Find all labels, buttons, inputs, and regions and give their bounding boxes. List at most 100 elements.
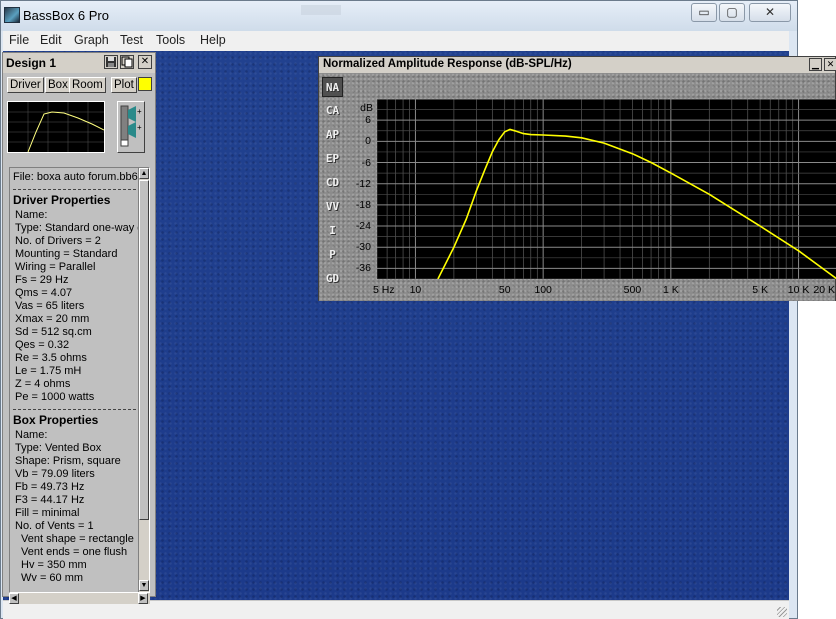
x-tick-label: 10 K	[787, 284, 810, 296]
menu-help[interactable]: Help	[200, 33, 226, 47]
y-tick-label: -12	[355, 177, 371, 190]
prop-line: Vb = 79.09 liters	[15, 468, 95, 480]
close-icon[interactable]: ✕	[138, 55, 152, 69]
graph-close-icon[interactable]: ✕	[824, 58, 836, 71]
menu-graph[interactable]: Graph	[74, 33, 109, 47]
prop-line: Fb = 49.73 Hz	[15, 481, 85, 493]
resize-grip[interactable]	[777, 607, 787, 617]
prop-line: Type: Standard one-way dr	[15, 222, 141, 234]
divider	[13, 404, 141, 410]
divider	[13, 184, 141, 190]
title-bar[interactable]: BassBox 6 Pro ▭ ▢ ✕	[1, 1, 797, 31]
x-tick-label: 5 Hz	[373, 284, 395, 296]
svg-text:+: +	[137, 107, 142, 116]
prop-line: Qms = 4.07	[15, 287, 73, 299]
prop-line: Wiring = Parallel	[15, 261, 96, 273]
design-title: Design 1	[6, 56, 57, 70]
prop-line: Vent ends = one flush	[21, 546, 128, 558]
scroll-thumb[interactable]	[139, 180, 149, 520]
speaker-icon[interactable]: + +	[117, 101, 145, 153]
app-icon	[4, 7, 20, 23]
prop-line: Fill = minimal	[15, 507, 80, 519]
graph-window: Normalized Amplitude Response (dB-SPL/Hz…	[318, 56, 836, 301]
tab-driver[interactable]: Driver	[7, 77, 44, 93]
x-tick-label: 10	[409, 284, 422, 296]
y-tick-label: 6	[365, 114, 371, 127]
y-tick-label: -30	[355, 241, 371, 254]
graph-tab-cd[interactable]: CD	[322, 173, 343, 193]
graph-tab-vv[interactable]: VV	[322, 197, 343, 217]
scroll-up-icon[interactable]: ▲	[139, 168, 149, 179]
close-button[interactable]: ✕	[749, 3, 791, 22]
design-panel-header[interactable]: Design 1 ✕	[3, 53, 155, 73]
driver-properties-heading: Driver Properties	[13, 193, 111, 207]
menu-file[interactable]: File	[9, 33, 29, 47]
y-axis-unit-label: dB	[360, 102, 373, 114]
x-tick-label: 100	[534, 284, 552, 296]
prop-line: Hv = 350 mm	[21, 559, 87, 571]
copy-icon[interactable]	[120, 55, 134, 69]
properties-list[interactable]: File: boxa auto forum.bb6 Driver Propert…	[9, 167, 150, 593]
x-tick-label: 50	[498, 284, 511, 296]
prop-line: Wv = 60 mm	[21, 572, 84, 584]
app-title: BassBox 6 Pro	[23, 8, 109, 23]
prop-line: Vent shape = rectangle	[21, 533, 134, 545]
blurred-text	[301, 5, 341, 15]
menu-edit[interactable]: Edit	[40, 33, 62, 47]
x-tick-label: 500	[623, 284, 642, 296]
prop-line: Name:	[15, 429, 48, 441]
prop-line: No. of Vents = 1	[15, 520, 94, 532]
graph-minimize-icon[interactable]: ▁	[809, 58, 822, 71]
response-thumbnail[interactable]	[7, 101, 105, 153]
prop-line: Le = 1.75 mH	[15, 365, 82, 377]
graph-tab-gd[interactable]: GD	[322, 269, 343, 289]
maximize-button[interactable]: ▢	[719, 3, 745, 22]
prop-line: Vas = 65 liters	[15, 300, 85, 312]
vertical-scrollbar[interactable]: ▲ ▼	[138, 168, 149, 592]
prop-line: Shape: Prism, square	[15, 455, 121, 467]
graph-tab-na[interactable]: NA	[322, 77, 343, 97]
prop-line: Pe = 1000 watts	[15, 391, 95, 403]
graph-tab-ep[interactable]: EP	[322, 149, 343, 169]
tab-box[interactable]: Box	[45, 77, 71, 93]
graph-title-bar[interactable]: Normalized Amplitude Response (dB-SPL/Hz…	[319, 57, 836, 73]
scroll-right-icon[interactable]: ▶	[138, 593, 148, 604]
box-properties-heading: Box Properties	[13, 413, 99, 427]
minimize-button[interactable]: ▭	[691, 3, 717, 22]
y-tick-label: -6	[361, 156, 371, 169]
graph-title: Normalized Amplitude Response (dB-SPL/Hz…	[323, 58, 572, 70]
graph-tab-i[interactable]: I	[322, 221, 343, 241]
prop-line: Z = 4 ohms	[15, 378, 71, 390]
prop-line: Sd = 512 sq.cm	[15, 326, 92, 338]
x-tick-label: 20 K	[813, 284, 835, 296]
svg-text:+: +	[137, 123, 142, 132]
curve-color-swatch[interactable]	[138, 77, 152, 91]
y-tick-label: 0	[365, 135, 371, 148]
plot-area[interactable]	[377, 99, 836, 279]
prop-line: Name:	[15, 209, 48, 221]
scroll-left-icon[interactable]: ◀	[9, 593, 19, 604]
design-panel: Design 1 ✕ Driver Box Room Plot + + File…	[2, 52, 156, 604]
file-line: File: boxa auto forum.bb6	[13, 171, 138, 183]
scroll-down-icon[interactable]: ▼	[139, 580, 149, 591]
prop-line: Mounting = Standard	[15, 248, 118, 260]
menu-test[interactable]: Test	[120, 33, 143, 47]
graph-tab-p[interactable]: P	[322, 245, 343, 265]
tab-plot[interactable]: Plot	[111, 77, 137, 93]
prop-line: Re = 3.5 ohms	[15, 352, 87, 364]
graph-body: NA CA AP EP CD VV I P GD dB 6 0 -6 -12 -18 -24 -30 -36 5…	[319, 73, 836, 301]
prop-line: F3 = 44.17 Hz	[15, 494, 85, 506]
horizontal-scrollbar[interactable]: ◀ ▶	[9, 593, 150, 604]
menu-tools[interactable]: Tools	[156, 33, 185, 47]
prop-line: Xmax = 20 mm	[15, 313, 90, 325]
prop-line: Qes = 0.32	[15, 339, 70, 351]
graph-tab-ap[interactable]: AP	[322, 125, 343, 145]
prop-line: Type: Vented Box	[15, 442, 102, 454]
graph-tab-ca[interactable]: CA	[322, 101, 343, 121]
prop-line: No. of Drivers = 2	[15, 235, 101, 247]
menu-bar: File Edit Graph Test Tools Help	[3, 31, 789, 51]
x-tick-label: 1 K	[662, 284, 679, 296]
tab-room[interactable]: Room	[69, 77, 106, 93]
y-tick-label: -18	[355, 198, 371, 211]
save-icon[interactable]	[104, 55, 118, 69]
